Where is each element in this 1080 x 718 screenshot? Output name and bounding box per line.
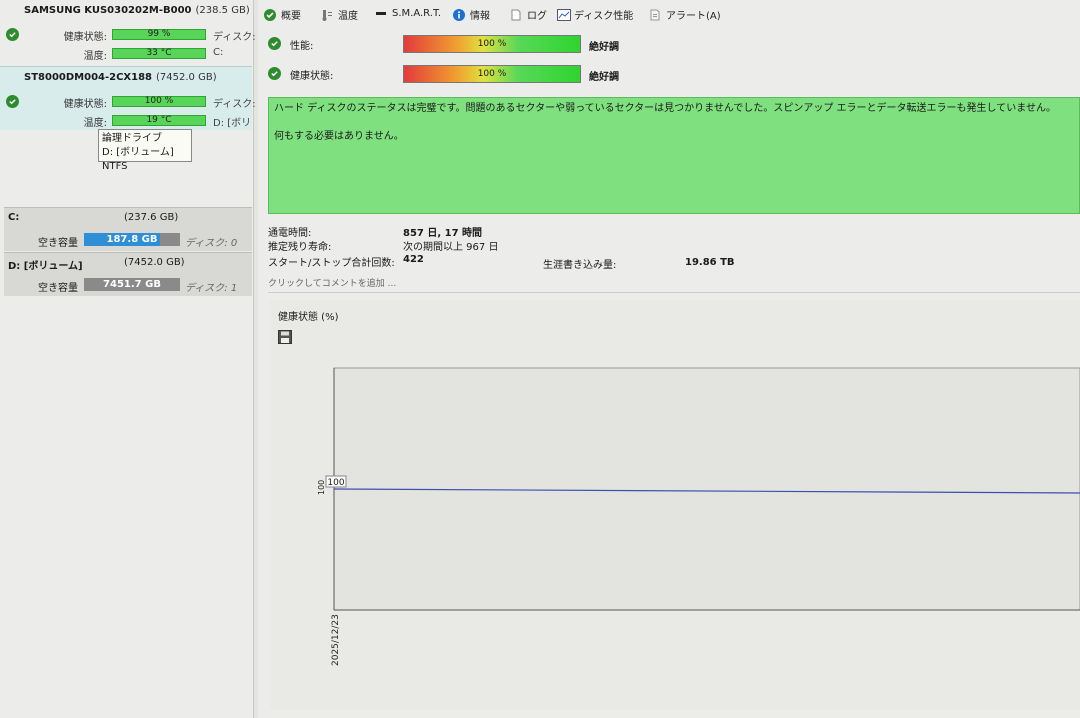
disk-model: ST8000DM004-2CX188: [24, 72, 153, 83]
tab-label: 情報: [470, 11, 490, 22]
tab-label: ログ: [527, 11, 547, 22]
disk-side-label: ディスク:: [213, 32, 256, 43]
start-stop-value: 422: [403, 254, 424, 265]
volume-name: C:: [8, 212, 20, 223]
free-space-label: 空き容量: [38, 283, 78, 294]
status-message: ハード ディスクのステータスは完璧です。問題のあるセクターや弱っているセクターは…: [274, 103, 1056, 114]
check-circle-icon: [268, 37, 281, 50]
performance-label: 性能:: [290, 41, 314, 52]
data-label: 100: [327, 478, 344, 488]
disk-list-panel: SAMSUNG KUS030202M-B000 (238.5 GB) 健康状態: …: [0, 0, 256, 718]
temperature-bar: 33 °C: [112, 48, 206, 59]
free-space-value: 187.8 GB: [106, 234, 158, 245]
tab-label: アラート(A): [666, 11, 721, 22]
tab-disk-performance[interactable]: ディスク性能: [557, 7, 633, 22]
health-chart: 100100 2025/12/23: [317, 367, 1080, 666]
dash-icon: [375, 7, 387, 19]
health-bar: 99 %: [112, 29, 206, 40]
tab-info[interactable]: 情報: [453, 7, 490, 22]
main-panel: 概要 温度 S.M.A.R.T. 情報 ログ ディスク性能 アラート(A) 性能…: [258, 0, 1080, 718]
temperature-bar: 19 °C: [112, 115, 206, 126]
start-stop-label: スタート/ストップ合計回数:: [268, 258, 395, 269]
remaining-life-value: 次の期間以上 967 日: [403, 242, 499, 253]
volume-disk-number: ディスク: 0: [185, 238, 238, 249]
disk-size: (238.5 GB): [195, 5, 250, 16]
volume-capacity: (7452.0 GB): [124, 257, 185, 268]
free-space-value: 7451.7 GB: [103, 279, 161, 290]
free-space-bar: 187.8 GB: [84, 233, 180, 246]
tab-smart[interactable]: S.M.A.R.T.: [375, 7, 441, 19]
volume-capacity: (237.6 GB): [124, 212, 179, 223]
x-tick-label: 2025/12/23: [331, 614, 341, 666]
health-meter: 100 %: [403, 65, 581, 83]
save-icon[interactable]: [278, 330, 292, 344]
drive-letter: C:: [213, 47, 224, 58]
tab-alerts[interactable]: アラート(A): [649, 7, 721, 22]
logical-drive-tooltip: 論理ドライブ D: [ボリューム] NTFS: [98, 129, 192, 172]
performance-rating: 絶好調: [589, 42, 619, 53]
tab-label: 概要: [281, 11, 301, 22]
remaining-life-label: 推定残り寿命:: [268, 242, 332, 253]
disk-item-1[interactable]: ST8000DM004-2CX188 (7452.0 GB) 健康状態: 100 …: [0, 66, 256, 130]
tab-temperature[interactable]: 温度: [321, 7, 358, 22]
power-on-time-value: 857 日, 17 時間: [403, 228, 483, 239]
check-circle-icon: [264, 8, 276, 21]
volume-item-c[interactable]: C: (237.6 GB) 空き容量 187.8 GB ディスク: 0: [4, 207, 252, 251]
tooltip-title: 論理ドライブ: [102, 133, 162, 144]
chart-icon: [557, 8, 571, 21]
tab-label: ディスク性能: [574, 11, 634, 22]
status-message-box: ハード ディスクのステータスは完璧です。問題のあるセクターや弱っているセクターは…: [268, 97, 1080, 214]
performance-row: 性能: 100 % 絶好調: [266, 33, 666, 55]
health-bar: 100 %: [112, 96, 206, 107]
free-space-bar: 7451.7 GB: [84, 278, 180, 291]
health-label: 健康状態:: [63, 32, 107, 43]
tab-label: S.M.A.R.T.: [392, 7, 442, 19]
temperature-label: 温度:: [83, 118, 107, 129]
tooltip-body: D: [ボリューム] NTFS: [102, 147, 174, 172]
drive-letter: D: [ボリ: [213, 118, 252, 129]
disk-side-label: ディスク:: [213, 99, 256, 110]
health-rating: 絶好調: [589, 72, 619, 83]
health-label: 健康状態:: [63, 99, 107, 110]
thermometer-icon: [321, 9, 333, 21]
tab-log[interactable]: ログ: [510, 7, 547, 22]
alert-icon: [649, 9, 661, 21]
comment-field[interactable]: クリックしてコメントを追加 ...: [268, 276, 396, 289]
chart-title: 健康状態 (%): [278, 312, 339, 323]
volume-disk-number: ディスク: 1: [185, 283, 238, 294]
health-label: 健康状態:: [290, 71, 334, 82]
info-icon: [453, 8, 465, 21]
lifetime-writes-value: 19.86 TB: [685, 257, 735, 268]
lifetime-writes-label: 生涯書き込み量:: [543, 260, 617, 271]
free-space-label: 空き容量: [38, 238, 78, 249]
disk-title: SAMSUNG KUS030202M-B000 (238.5 GB): [24, 5, 250, 16]
tab-bar: 概要 温度 S.M.A.R.T. 情報 ログ ディスク性能 アラート(A): [258, 0, 1080, 30]
performance-meter: 100 %: [403, 35, 581, 53]
temperature-label: 温度:: [83, 51, 107, 62]
volume-item-d[interactable]: D: [ボリューム] (7452.0 GB) 空き容量 7451.7 GB ディ…: [4, 252, 252, 296]
disk-title: ST8000DM004-2CX188 (7452.0 GB): [24, 72, 217, 83]
y-tick-label: 100: [317, 480, 326, 495]
tab-overview[interactable]: 概要: [264, 7, 301, 22]
status-recommendation: 何もする必要はありません。: [274, 131, 404, 142]
disk-model: SAMSUNG KUS030202M-B000: [24, 5, 192, 16]
document-icon: [510, 9, 522, 21]
disk-size: (7452.0 GB): [156, 72, 217, 83]
tab-label: 温度: [338, 11, 358, 22]
disk-item-0[interactable]: SAMSUNG KUS030202M-B000 (238.5 GB) 健康状態: …: [0, 0, 256, 68]
health-row: 健康状態: 100 % 絶好調: [266, 63, 666, 85]
divider: [268, 292, 1080, 293]
check-circle-icon: [6, 28, 19, 41]
check-circle-icon: [268, 67, 281, 80]
health-chart-panel: 100 100 2025/12/23 健康状態 (%): [270, 300, 1080, 710]
check-circle-icon: [6, 95, 19, 108]
power-on-time-label: 通電時間:: [268, 228, 312, 239]
volume-name: D: [ボリューム]: [8, 261, 83, 272]
